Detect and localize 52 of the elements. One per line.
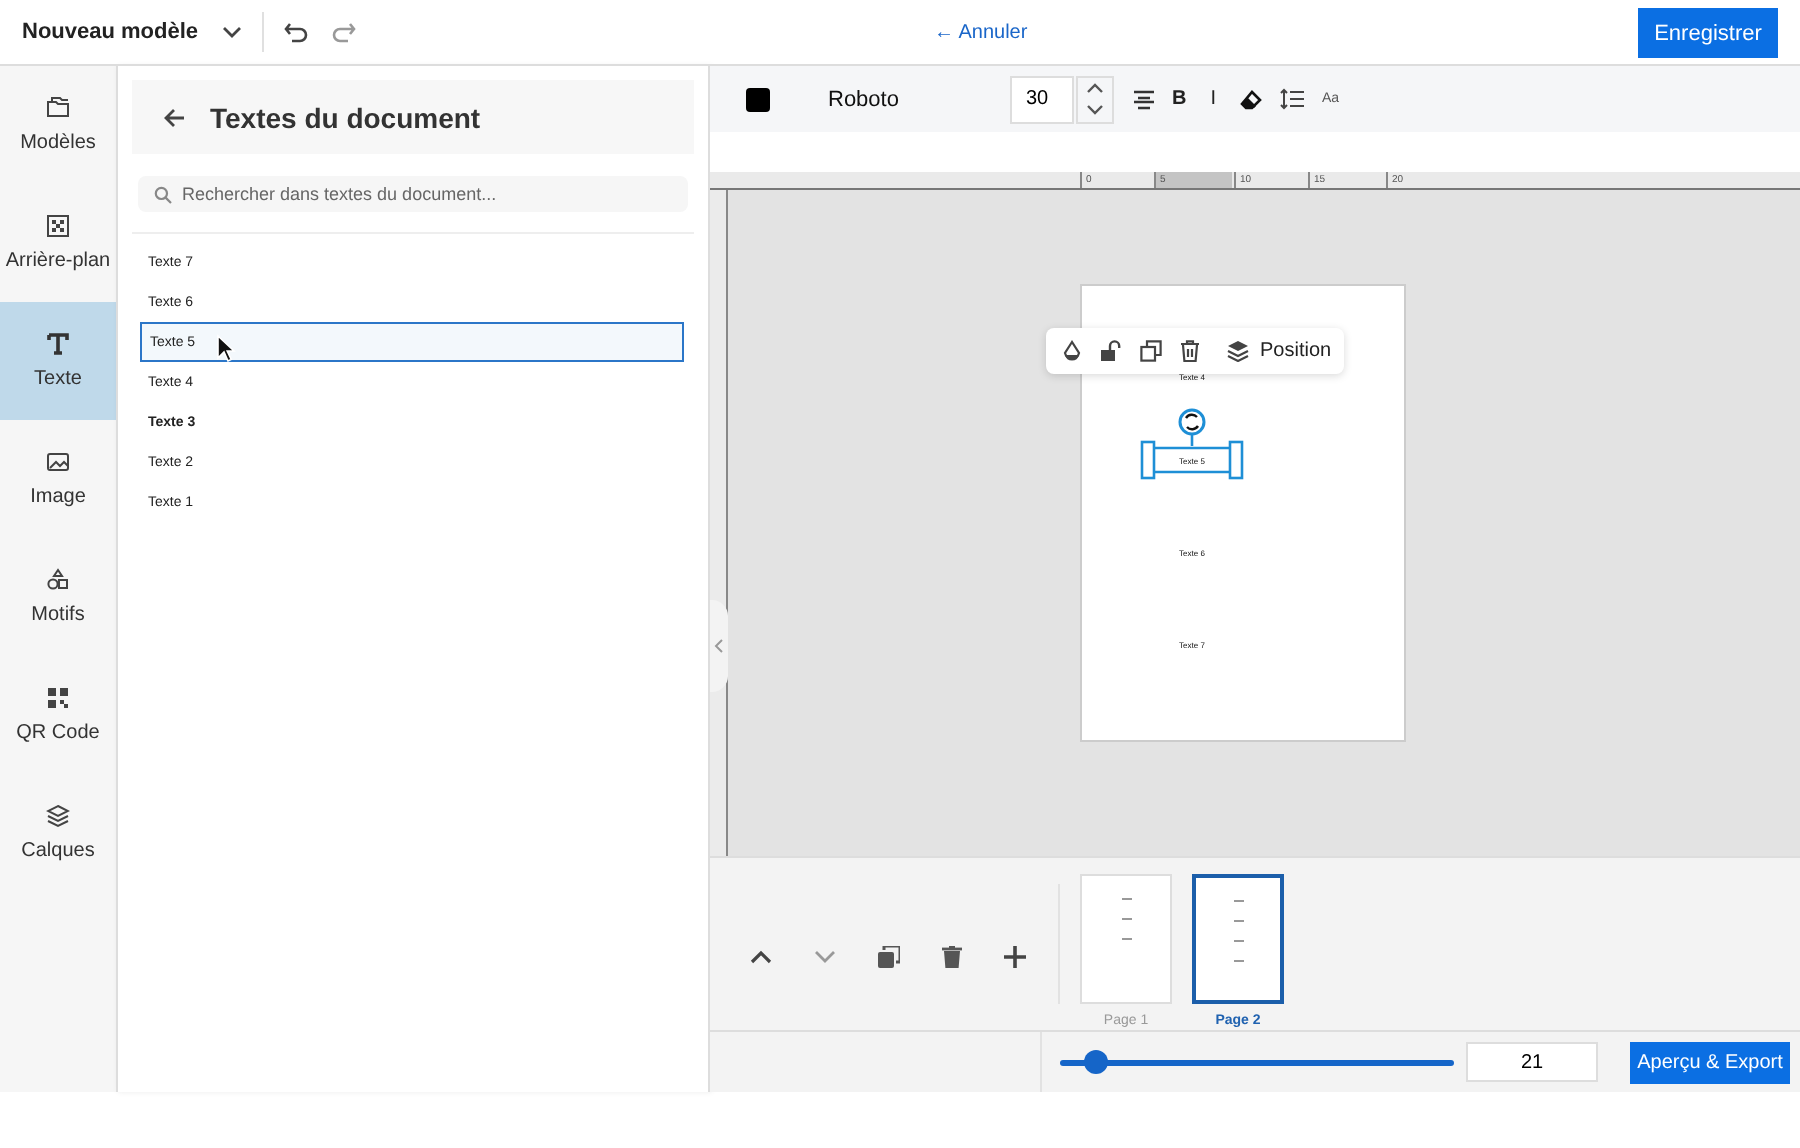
unlock-icon[interactable] [1100, 340, 1122, 362]
grid-icon [46, 214, 70, 238]
position-button[interactable]: Position [1218, 340, 1332, 362]
duplicate-page-icon[interactable] [878, 945, 900, 967]
font-size-field[interactable]: 30 [1010, 75, 1074, 123]
zoom-slider[interactable] [1060, 1050, 1454, 1074]
template-name[interactable]: Nouveau modèle [22, 20, 199, 44]
font-selector[interactable]: Roboto [828, 87, 952, 111]
export-button[interactable]: Aperçu & Export [1630, 1041, 1790, 1083]
size-stepper[interactable] [1076, 75, 1114, 123]
sidebar-item[interactable]: Motifs [0, 538, 116, 656]
zoom-field[interactable]: 21 [1466, 1042, 1598, 1082]
sidebar-item[interactable]: Modèles [0, 66, 116, 184]
move-up-icon[interactable] [750, 949, 772, 963]
search-icon [154, 186, 172, 204]
text-icon [46, 332, 70, 356]
undo-icon[interactable] [284, 21, 309, 43]
back-arrow-icon[interactable] [164, 107, 186, 127]
sidebar-item[interactable]: Texte [0, 302, 116, 420]
duplicate-icon[interactable] [1140, 340, 1162, 362]
cursor-icon [216, 334, 236, 362]
chevron-up-icon[interactable] [1086, 82, 1104, 94]
delete-page-icon[interactable] [942, 945, 962, 967]
sidebar-item[interactable]: Calques [0, 774, 116, 892]
move-down-icon[interactable] [814, 949, 836, 963]
image-icon [46, 450, 70, 474]
drop-icon[interactable] [1062, 339, 1082, 363]
chevron-down-icon[interactable] [222, 26, 243, 38]
bold-toggle[interactable]: B [1172, 88, 1187, 110]
selection-handles-drawing[interactable] [1140, 408, 1244, 480]
sidebar-item[interactable]: QR Code [0, 656, 116, 774]
redo-icon[interactable] [332, 21, 357, 43]
chevron-down-icon[interactable] [1086, 104, 1104, 116]
eraser-icon[interactable] [1240, 89, 1263, 109]
align-center-icon[interactable] [1134, 89, 1154, 109]
panel-collapse-handle[interactable] [710, 600, 728, 692]
italic-toggle[interactable]: I [1210, 88, 1217, 110]
cancel-link[interactable]: ← Annuler [934, 21, 1028, 43]
sidebar-item[interactable]: Image [0, 420, 116, 538]
folder-icon [46, 96, 70, 120]
trash-icon[interactable] [1180, 340, 1200, 362]
layers-icon [1226, 340, 1250, 362]
add-page-icon[interactable] [1004, 945, 1026, 967]
search-field[interactable]: Rechercher dans textes du document... [138, 176, 688, 212]
qr-code-icon [46, 686, 70, 710]
panel-title: Textes du document [210, 101, 481, 133]
line-spacing-icon[interactable] [1280, 88, 1305, 110]
color-swatch[interactable] [746, 87, 770, 111]
save-button[interactable]: Enregistrer [1638, 8, 1778, 58]
layers-icon [46, 804, 70, 828]
sidebar-item[interactable]: Arrière-plan [0, 184, 116, 302]
shapes-icon [46, 568, 70, 592]
